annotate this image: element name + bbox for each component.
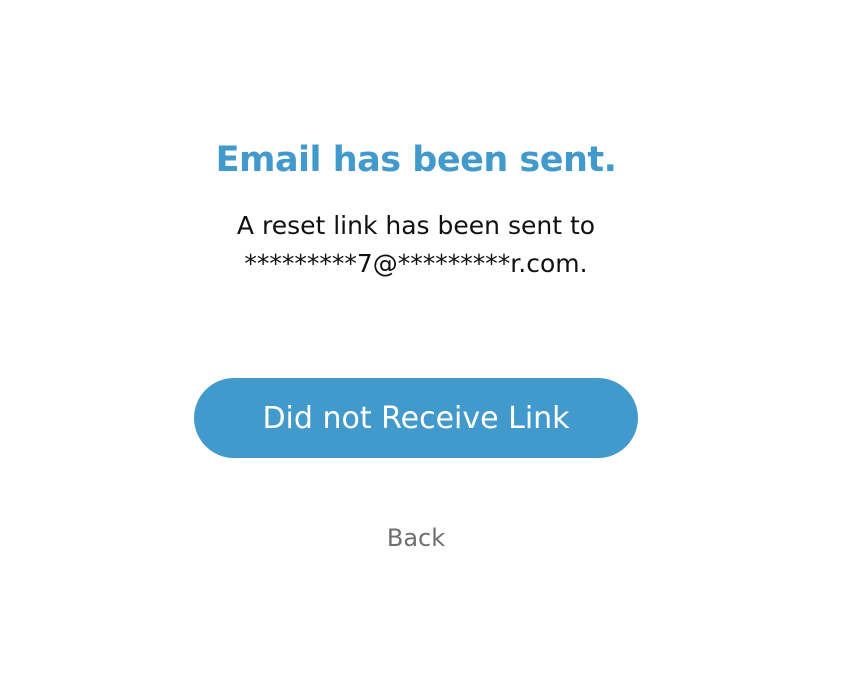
back-link[interactable]: Back xyxy=(0,524,832,552)
page-title: Email has been sent. xyxy=(215,140,617,180)
reset-link-message: A reset link has been sent to *********7… xyxy=(0,207,832,283)
masked-email: *********7@*********r.com. xyxy=(244,249,588,278)
email-sent-screen: Email has been sent. A reset link has be… xyxy=(0,0,854,684)
message-line: A reset link has been sent to xyxy=(236,211,596,240)
did-not-receive-link-button[interactable]: Did not Receive Link xyxy=(194,378,638,458)
